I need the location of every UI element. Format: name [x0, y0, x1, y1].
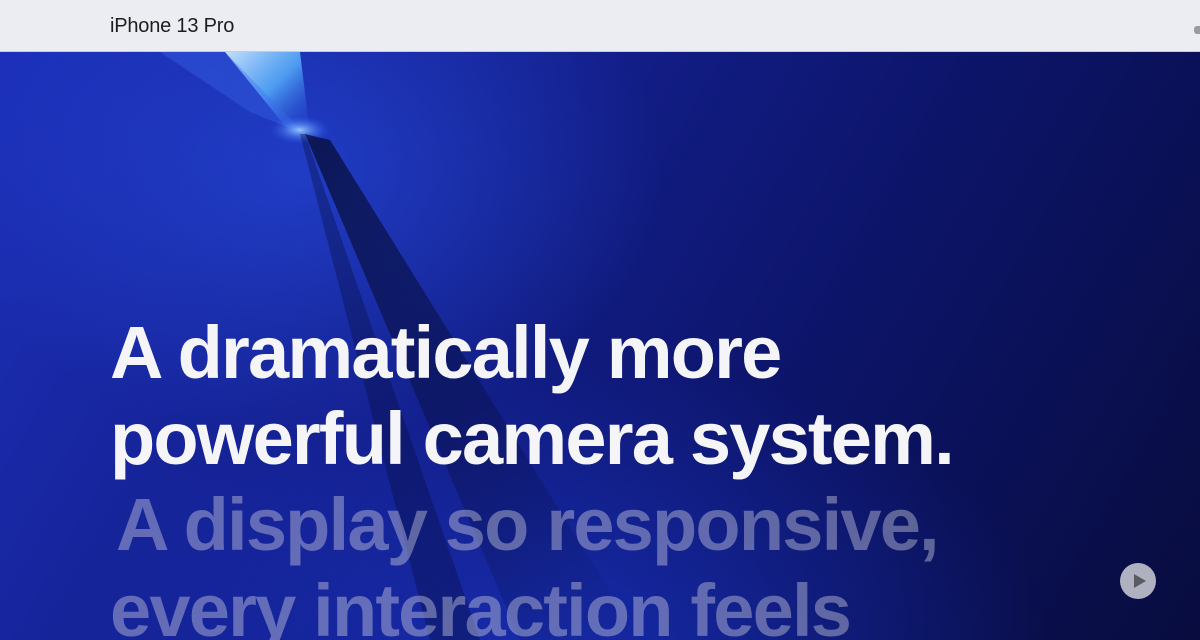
headline-block: A dramatically more powerful camera syst… [110, 310, 955, 640]
hero-section: A dramatically more powerful camera syst… [0, 52, 1200, 640]
product-title[interactable]: iPhone 13 Pro [110, 15, 234, 38]
headline-line-2: powerful camera system. [110, 397, 955, 480]
local-nav: iPhone 13 Pro [0, 0, 1200, 52]
page: iPhone 13 Pro A dramatically more powerf… [0, 0, 1200, 640]
headline-line-1: A dramatically more [110, 311, 782, 394]
headline-line-3: A display so responsive, [116, 483, 940, 566]
headline-line-4: every interaction feels [110, 569, 852, 640]
scroll-indicator [1194, 26, 1200, 34]
play-button[interactable] [1120, 563, 1156, 599]
play-icon [1134, 574, 1146, 588]
